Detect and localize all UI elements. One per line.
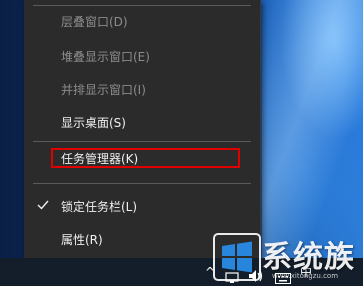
menu-item-show-desktop[interactable]: 显示桌面(S)	[24, 109, 260, 135]
taskbar-context-menu: 层叠窗口(D) 堆叠显示窗口(E) 并排显示窗口(I) 显示桌面(S) 任务管理…	[24, 0, 261, 258]
menu-item-label: 并排显示窗口(I)	[61, 82, 146, 97]
menu-item-label: 层叠窗口(D)	[61, 14, 128, 29]
wallpaper-light-beam	[262, 0, 363, 260]
windows-logo-icon	[213, 233, 261, 281]
task-manager-highlight-annotation	[51, 148, 240, 168]
menu-item-label: 堆叠显示窗口(E)	[61, 49, 150, 64]
menu-item-cascade-windows[interactable]: 层叠窗口(D)	[24, 8, 260, 34]
menu-item-label: 锁定任务栏(L)	[61, 199, 138, 214]
menu-separator	[33, 141, 251, 142]
menu-item-stack-windows[interactable]: 堆叠显示窗口(E)	[24, 43, 260, 69]
menu-item-lock-taskbar[interactable]: 锁定任务栏(L)	[24, 193, 260, 219]
menu-separator	[33, 183, 251, 184]
watermark-text: 系统族	[262, 240, 355, 275]
checkmark-icon	[37, 200, 49, 210]
site-watermark: 系统族 www.xitongzu.com	[212, 228, 363, 286]
watermark-url: www.xitongzu.com	[272, 272, 339, 280]
menu-separator	[33, 5, 251, 6]
menu-item-label: 属性(R)	[61, 232, 103, 247]
menu-item-label: 显示桌面(S)	[61, 115, 126, 130]
menu-item-side-by-side-windows[interactable]: 并排显示窗口(I)	[24, 76, 260, 102]
